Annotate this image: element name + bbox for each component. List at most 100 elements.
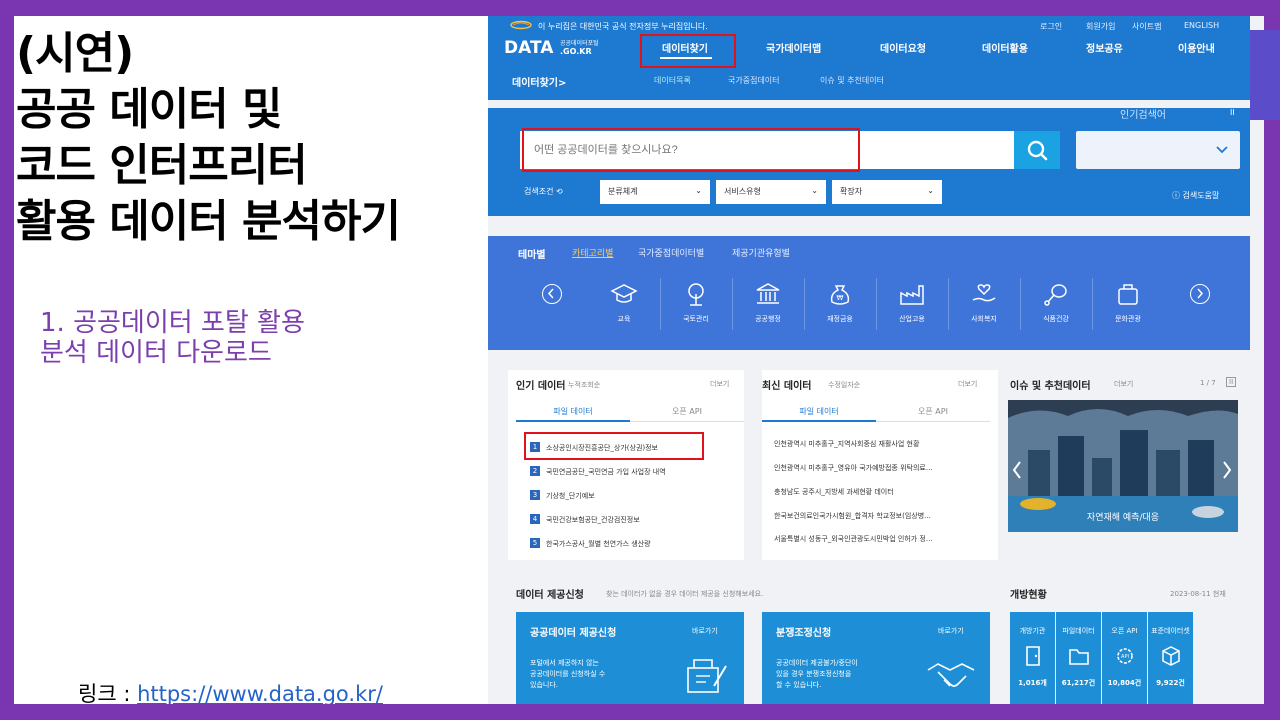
- tab-national-data[interactable]: 국가중점데이터별: [638, 246, 704, 259]
- tab-file-data[interactable]: 파일 데이터: [762, 400, 876, 422]
- category-culture[interactable]: 문화관광: [1098, 280, 1158, 336]
- category-finance[interactable]: ₩ 재정금융: [810, 280, 870, 336]
- recent-item[interactable]: 인천광역시 미추홀구_영유아 국가예방접종 위탁의료...: [774, 463, 990, 473]
- subnav-issue-data[interactable]: 이슈 및 추천데이터: [820, 75, 884, 86]
- recent-item[interactable]: 서울특별시 성동구_외국인관광도시민박업 인허가 정...: [774, 534, 990, 544]
- slide: (시연) 공공 데이터 및 코드 인터프리터 활용 데이터 분석하기 1. 공공…: [14, 16, 1264, 704]
- category-land[interactable]: 국토관리: [666, 280, 726, 336]
- site-logo[interactable]: DATA: [504, 38, 553, 58]
- data-request-card[interactable]: 공공데이터 제공신청 바로가기 포털에서 제공하지 않는 공공데이터를 신청하실…: [516, 612, 744, 704]
- hand-heart-icon: [972, 284, 996, 302]
- stat-file-data[interactable]: 파일데이터 61,217건: [1056, 612, 1101, 704]
- tab-file-data[interactable]: 파일 데이터: [516, 400, 630, 422]
- card-title: 분쟁조정신청: [776, 628, 832, 639]
- title-line: (시연): [16, 28, 134, 79]
- stat-value: 1,016개: [1018, 679, 1047, 687]
- title-line: 공공 데이터 및: [16, 84, 283, 135]
- tab-open-api[interactable]: 오픈 API: [876, 400, 990, 422]
- divider: [1020, 278, 1021, 330]
- category-education[interactable]: 교육: [594, 280, 654, 336]
- slide-subtitle: 1. 공공데이터 포탈 활용 분석 데이터 다운로드: [40, 308, 305, 368]
- category-food-health[interactable]: 식품건강: [1026, 280, 1086, 336]
- recent-item[interactable]: 충청남도 공주시_지방세 과세현황 데이터: [774, 487, 990, 497]
- category-label: 식품건강: [1043, 315, 1069, 323]
- site-link[interactable]: https://www.data.go.kr/: [137, 682, 383, 704]
- document-edit-icon: [687, 659, 727, 693]
- prev-category-button[interactable]: [542, 284, 562, 304]
- filter-category[interactable]: 분류체계 ⌄: [600, 180, 710, 204]
- link-line: 링크 : https://www.data.go.kr/: [78, 678, 383, 704]
- rank-badge: 2: [530, 466, 540, 476]
- divider: [804, 278, 805, 330]
- dispute-request-card[interactable]: 분쟁조정신청 바로가기 공공데이터 제공불가/중단이 있을 경우 분쟁조정신청을…: [762, 612, 990, 704]
- search-button[interactable]: [1014, 131, 1060, 169]
- chevron-down-icon: ⌄: [927, 186, 934, 195]
- gov-emblem-icon: [510, 20, 532, 30]
- popular-item[interactable]: 국민건강보험공단_건강검진정보: [546, 515, 732, 525]
- tab-category[interactable]: 카테고리별: [572, 246, 613, 259]
- card-go-link[interactable]: 바로가기: [692, 626, 718, 636]
- subnav-data-list[interactable]: 데이터목록: [654, 75, 691, 86]
- recent-item[interactable]: 인천광역시 미추홀구_지역사회중심 재활사업 현황: [774, 439, 990, 449]
- card-desc-line: 있을 경우 분쟁조정신청을: [776, 670, 852, 678]
- issue-pause-icon[interactable]: II: [1226, 377, 1237, 387]
- search-condition-label: 검색조건 ⟲: [524, 186, 563, 197]
- banner-caption: 자연재해 예측/대응: [1086, 513, 1160, 523]
- english-link[interactable]: ENGLISH: [1184, 21, 1219, 30]
- category-label: 재정금융: [827, 315, 853, 323]
- stat-standard-data[interactable]: 표준데이터셋 9,922건: [1148, 612, 1193, 704]
- popular-item[interactable]: 한국가스공사_월별 천연가스 생산량: [546, 539, 732, 549]
- category-industry[interactable]: 산업고용: [882, 280, 942, 336]
- tab-provider-type[interactable]: 제공기관유형별: [732, 246, 790, 259]
- next-category-button[interactable]: [1190, 284, 1210, 304]
- reset-icon[interactable]: ⟲: [556, 187, 563, 196]
- nav-data-use[interactable]: 데이터활용: [982, 40, 1028, 55]
- search-help-link[interactable]: ⓘ 검색도움말: [1172, 190, 1219, 201]
- nav-data-map[interactable]: 국가데이터맵: [766, 40, 821, 55]
- login-link[interactable]: 로그인: [1040, 21, 1062, 32]
- popular-keyword-select[interactable]: [1076, 131, 1240, 169]
- recent-more-link[interactable]: 더보기: [958, 379, 977, 389]
- open-status-title: 개방현황: [1010, 590, 1047, 601]
- filter-service-type[interactable]: 서비스유형 ⌄: [716, 180, 826, 204]
- stat-label: 오픈 API: [1111, 627, 1138, 635]
- tab-open-api[interactable]: 오픈 API: [630, 400, 744, 422]
- filter-label: 서비스유형: [724, 187, 761, 196]
- category-welfare[interactable]: 사회복지: [954, 280, 1014, 336]
- sitemap-link[interactable]: 사이트맵: [1132, 21, 1161, 32]
- popular-item[interactable]: 기상청_단기예보: [546, 491, 732, 501]
- theme-title: 테마별: [518, 250, 546, 261]
- category-public-admin[interactable]: 공공행정: [738, 280, 798, 336]
- divider: [732, 278, 733, 330]
- popular-data-title: 인기 데이터: [516, 381, 566, 392]
- signup-link[interactable]: 회원가입: [1086, 21, 1115, 32]
- filter-extension[interactable]: 확장자 ⌄: [832, 180, 942, 204]
- category-label: 국토관리: [683, 315, 709, 323]
- gear-icon: API: [1117, 648, 1133, 664]
- search-icon: [1027, 140, 1048, 161]
- nav-info-share[interactable]: 정보공유: [1086, 40, 1123, 55]
- recent-item[interactable]: 한국보건의료인국가시험원_합격자 학교정보(임상병...: [774, 511, 990, 521]
- popular-more-link[interactable]: 더보기: [710, 379, 729, 389]
- pause-icon[interactable]: II: [1230, 108, 1235, 117]
- site-screenshot: 이 누리집은 대한민국 공식 전자정부 누리집입니다. 로그인 회원가입 사이트…: [488, 16, 1264, 704]
- issue-banner[interactable]: 자연재해 예측/대응: [1008, 400, 1238, 532]
- subnav-national-data[interactable]: 국가중점데이터: [728, 75, 780, 86]
- highlight-box: [640, 34, 736, 68]
- nav-data-request[interactable]: 데이터요청: [880, 40, 926, 55]
- search-cond-text: 검색조건: [524, 187, 554, 196]
- luggage-icon: [1118, 284, 1138, 305]
- svg-text:₩: ₩: [837, 294, 844, 302]
- chevron-down-icon: [1216, 146, 1228, 154]
- card-go-link[interactable]: 바로가기: [938, 626, 964, 636]
- stat-agencies[interactable]: 개방기관 1,016개: [1010, 612, 1055, 704]
- issue-more-link[interactable]: 더보기: [1114, 379, 1133, 389]
- nav-guide[interactable]: 이용안내: [1178, 40, 1215, 55]
- tree-icon: [688, 283, 704, 306]
- stat-open-api[interactable]: 오픈 API API 10,804건: [1102, 612, 1147, 704]
- gov-notice: 이 누리집은 대한민국 공식 전자정부 누리집입니다.: [538, 22, 708, 31]
- highlight-box: [522, 128, 860, 172]
- card-desc-line: 공공데이터 제공불가/중단이: [776, 659, 858, 667]
- divider: [660, 278, 661, 330]
- popular-item[interactable]: 국민연금공단_국민연금 가입 사업장 내역: [546, 467, 732, 477]
